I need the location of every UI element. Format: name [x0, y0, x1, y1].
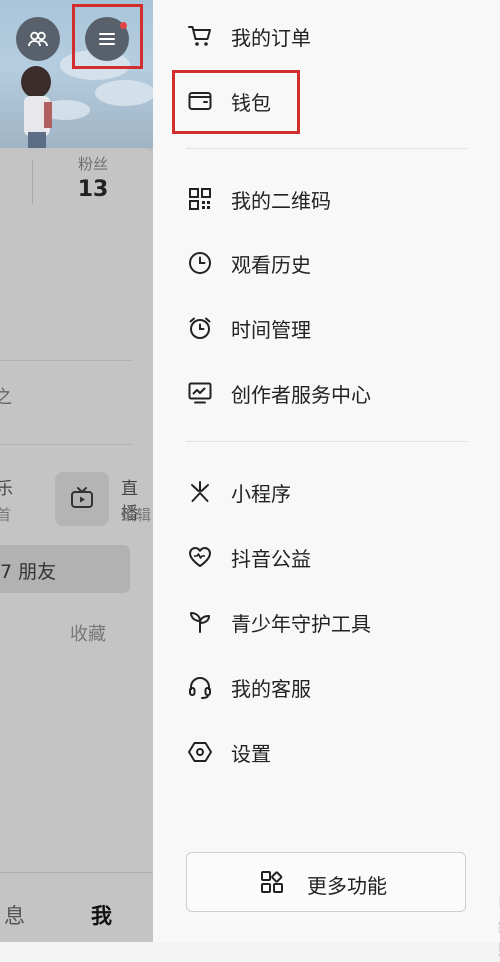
menu-item-label: 时间管理 [231, 317, 311, 342]
edit-label: 编辑 [121, 506, 152, 524]
friends-button[interactable] [16, 17, 60, 61]
tab-favorites[interactable]: 收藏 [70, 620, 106, 646]
menu-item-label: 观看历史 [231, 252, 311, 277]
followers-label: 粉丝 [77, 155, 108, 173]
friends-tab[interactable]: 7 朋友 [0, 545, 130, 593]
menu-item-history[interactable]: 观看历史 [153, 238, 500, 288]
heart-icon [186, 543, 214, 571]
menu-item-creator-center[interactable]: 创作者服务中心 [153, 368, 500, 418]
truncated-service-label: 乐 [0, 479, 13, 499]
tv-icon [71, 487, 93, 508]
more-features-button[interactable]: 更多功能 [186, 852, 466, 912]
menu-item-charity[interactable]: 抖音公益 [153, 532, 500, 582]
profile-background-panel: 粉丝 13 之 乐 首 直播 编辑 7 朋友 收藏 息 我 [0, 0, 153, 942]
menu-item-settings[interactable]: 设置 [153, 727, 500, 777]
friends-tab-label: 7 朋友 [0, 561, 57, 583]
menu-item-qrcode[interactable]: 我的二维码 [153, 174, 500, 224]
menu-item-youth-protection[interactable]: 青少年守护工具 [153, 597, 500, 647]
clock-icon [186, 249, 214, 277]
menu-item-label: 青少年守护工具 [231, 611, 371, 636]
grid-apps-icon [259, 869, 285, 895]
menu-item-label: 创作者服务中心 [231, 382, 371, 407]
stat-divider [32, 160, 33, 204]
friends-icon [28, 31, 48, 47]
menu-item-label: 设置 [231, 741, 271, 766]
cart-icon [186, 22, 214, 50]
nav-me[interactable]: 我 [91, 900, 112, 930]
menu-item-customer-service[interactable]: 我的客服 [153, 662, 500, 712]
menu-item-mini-programs[interactable]: 小程序 [153, 467, 500, 517]
headset-icon [186, 673, 214, 701]
menu-item-label: 小程序 [231, 481, 291, 506]
live-button[interactable] [55, 472, 109, 526]
chart-icon [186, 379, 214, 407]
banner-character-image [21, 66, 52, 148]
truncated-service-sub: 首 [0, 506, 12, 524]
menu-item-orders[interactable]: 我的订单 [153, 11, 500, 61]
settings-hex-icon [186, 738, 214, 766]
sprout-icon [186, 608, 214, 636]
menu-divider [186, 148, 467, 149]
highlight-box-wallet [172, 70, 300, 134]
profile-divider [0, 360, 132, 361]
nav-messages[interactable]: 息 [4, 900, 25, 930]
truncated-text: 之 [0, 387, 12, 408]
asterisk-icon [186, 478, 214, 506]
bottom-nav-divider [0, 872, 153, 873]
alarm-icon [186, 314, 214, 342]
highlight-box-menu [72, 4, 143, 69]
menu-divider [186, 441, 467, 442]
followers-count[interactable]: 13 [66, 177, 120, 202]
qrcode-icon [186, 185, 214, 213]
menu-item-label: 我的订单 [231, 25, 311, 50]
side-drawer-menu: 我的订单 钱包 我的二维码 观看历史 时间管理 创作者服务中心 小程序 抖音公益… [153, 0, 500, 962]
menu-item-time-management[interactable]: 时间管理 [153, 303, 500, 353]
profile-divider [0, 444, 132, 445]
menu-item-label: 我的客服 [231, 676, 311, 701]
more-features-label: 更多功能 [307, 874, 387, 898]
menu-item-label: 我的二维码 [231, 188, 331, 213]
menu-item-label: 抖音公益 [231, 546, 311, 571]
